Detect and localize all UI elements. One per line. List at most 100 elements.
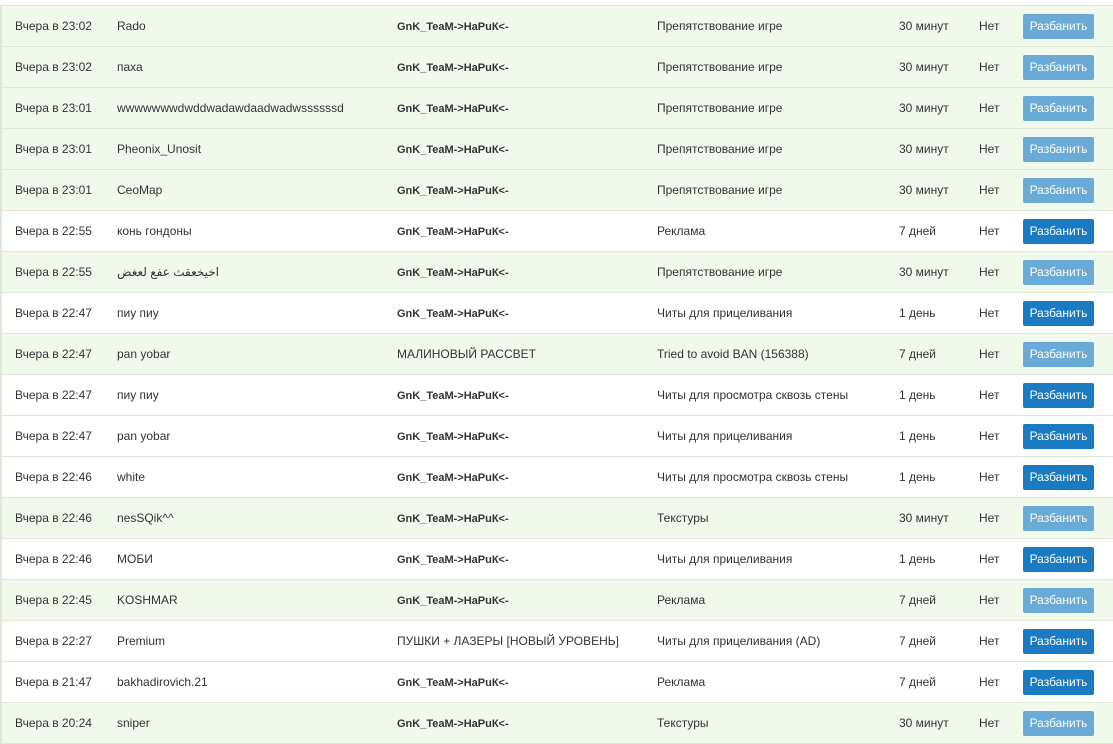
- ban-action-cell: Разбанить: [1018, 128, 1113, 170]
- ban-term-text: 30 минут: [899, 183, 949, 197]
- ban-player-name-text: пиу пиу: [117, 306, 159, 320]
- ban-date: Вчера в 22:47: [0, 415, 109, 457]
- ban-term-text: 1 день: [899, 388, 936, 402]
- ban-term-text: 30 минут: [899, 142, 949, 156]
- ban-reason: Текстуры: [649, 702, 891, 744]
- ban-reason-text: Читы для просмотра сквозь стены: [657, 470, 849, 484]
- ban-player-name: пиу пиу: [109, 374, 389, 416]
- unban-button[interactable]: Разбанить: [1023, 546, 1094, 572]
- ban-player-name: Rado: [109, 5, 389, 47]
- ban-unbanned-status-text: Нет: [979, 675, 1000, 689]
- ban-unbanned-status: Нет: [971, 333, 1018, 375]
- ban-player-name-text: nesSQik^^: [117, 511, 174, 525]
- ban-player-name-text: pan yobar: [117, 429, 171, 443]
- ban-unbanned-status-text: Нет: [979, 347, 1000, 361]
- ban-player-name: Premium: [109, 620, 389, 662]
- ban-action-cell: Разбанить: [1018, 579, 1113, 621]
- unban-button[interactable]: Разбанить: [1023, 218, 1094, 244]
- ban-row: Вчера в 23:02 Rado GnK_TeaM->НаРuК<- Препят…: [0, 5, 1113, 47]
- unban-button[interactable]: Разбанить: [1023, 464, 1094, 490]
- ban-player-name-text: Pheonix_Unosit: [117, 142, 202, 156]
- ban-admin-name-text: GnK_TeaM->НаРuК<-: [397, 226, 509, 238]
- unban-button[interactable]: Разбанить: [1023, 669, 1094, 695]
- ban-date-text: Вчера в 22:45: [15, 593, 92, 607]
- ban-date-text: Вчера в 22:47: [15, 306, 92, 320]
- unban-button[interactable]: Разбанить: [1023, 300, 1094, 326]
- ban-term-text: 7 дней: [899, 347, 937, 361]
- ban-admin-name: GnK_TeaM->НаРuК<-: [389, 456, 649, 498]
- ban-date-text: Вчера в 22:46: [15, 511, 92, 525]
- ban-player-name: wwwwwwwdwddwadawdaadwadwssssssd: [109, 87, 389, 129]
- ban-admin-name: МАЛИНОВЫЙ РАССВЕТ: [389, 333, 649, 375]
- ban-player-name: KOSHMAR: [109, 579, 389, 621]
- ban-row: Вчера в 22:55 конь гондоны GnK_TeaM->НаРuК…: [0, 210, 1113, 252]
- ban-date: Вчера в 20:24: [0, 702, 109, 744]
- ban-term: 1 день: [891, 292, 971, 334]
- unban-button[interactable]: Разбанить: [1023, 13, 1094, 39]
- ban-term-text: 1 день: [899, 429, 936, 443]
- unban-button[interactable]: Разбанить: [1023, 382, 1094, 408]
- ban-admin-name-text: GnK_TeaM->НаРuК<-: [397, 554, 509, 566]
- ban-unbanned-status: Нет: [971, 538, 1018, 580]
- ban-unbanned-status-text: Нет: [979, 470, 1000, 484]
- ban-row: Вчера в 22:47 pan yobar МАЛИНОВЫЙ РАССВЕТ T…: [0, 333, 1113, 375]
- ban-reason: Препятствование игре: [649, 251, 891, 293]
- ban-term-text: 1 день: [899, 552, 936, 566]
- unban-button[interactable]: Разбанить: [1023, 136, 1094, 162]
- ban-admin-name: GnK_TeaM->НаРuК<-: [389, 374, 649, 416]
- ban-unbanned-status-text: Нет: [979, 716, 1000, 730]
- ban-date-text: Вчера в 21:47: [15, 675, 92, 689]
- ban-unbanned-status-text: Нет: [979, 593, 1000, 607]
- ban-term-text: 30 минут: [899, 101, 949, 115]
- ban-term: 30 минут: [891, 87, 971, 129]
- ban-date: Вчера в 23:02: [0, 5, 109, 47]
- unban-button[interactable]: Разбанить: [1023, 505, 1094, 531]
- ban-admin-name-text: GnK_TeaM->НаРuК<-: [397, 390, 509, 402]
- ban-date-text: Вчера в 22:47: [15, 347, 92, 361]
- ban-term: 7 дней: [891, 333, 971, 375]
- ban-date: Вчера в 23:02: [0, 46, 109, 88]
- unban-button[interactable]: Разбанить: [1023, 587, 1094, 613]
- ban-action-cell: Разбанить: [1018, 661, 1113, 703]
- ban-date-text: Вчера в 22:47: [15, 388, 92, 402]
- ban-term-text: 30 минут: [899, 19, 949, 33]
- ban-reason-text: Реклама: [657, 224, 706, 238]
- ban-reason: Читы для прицеливания: [649, 415, 891, 457]
- ban-term: 1 день: [891, 374, 971, 416]
- ban-date-text: Вчера в 22:46: [15, 552, 92, 566]
- unban-button[interactable]: Разбанить: [1023, 259, 1094, 285]
- ban-reason: Препятствование игре: [649, 87, 891, 129]
- ban-action-cell: Разбанить: [1018, 497, 1113, 539]
- ban-reason: Препятствование игре: [649, 5, 891, 47]
- ban-term-text: 30 минут: [899, 511, 949, 525]
- ban-term-text: 7 дней: [899, 675, 937, 689]
- unban-button[interactable]: Разбанить: [1023, 177, 1094, 203]
- ban-admin-name: GnK_TeaM->НаРuК<-: [389, 579, 649, 621]
- unban-button[interactable]: Разбанить: [1023, 341, 1094, 367]
- ban-admin-name: GnK_TeaM->НаРuК<-: [389, 538, 649, 580]
- ban-admin-name: GnK_TeaM->НаРuК<-: [389, 169, 649, 211]
- ban-player-name-text: sniper: [117, 716, 150, 730]
- ban-reason: Читы для просмотра сквозь стены: [649, 456, 891, 498]
- ban-row: Вчера в 22:47 пиу пиу GnK_TeaM->НаРuК<- Чит…: [0, 292, 1113, 334]
- ban-reason-text: Текстуры: [657, 511, 709, 525]
- ban-unbanned-status: Нет: [971, 210, 1018, 252]
- ban-unbanned-status-text: Нет: [979, 634, 1000, 648]
- unban-button[interactable]: Разбанить: [1023, 95, 1094, 121]
- ban-term-text: 7 дней: [899, 634, 937, 648]
- unban-button[interactable]: Разбанить: [1023, 54, 1094, 80]
- ban-admin-name: GnK_TeaM->НаРuК<-: [389, 46, 649, 88]
- unban-button[interactable]: Разбанить: [1023, 710, 1094, 736]
- ban-row: Вчера в 20:24 sniper GnK_TeaM->НаРuК<- Текс…: [0, 702, 1113, 744]
- ban-player-name-text: Rado: [117, 19, 146, 33]
- unban-button[interactable]: Разбанить: [1023, 628, 1094, 654]
- ban-term: 7 дней: [891, 661, 971, 703]
- ban-admin-name: GnK_TeaM->НаРuК<-: [389, 415, 649, 457]
- ban-row: Вчера в 22:47 пиу пиу GnK_TeaM->НаРuК<- Чит…: [0, 374, 1113, 416]
- ban-admin-name-text: GnK_TeaM->НаРuК<-: [397, 431, 509, 443]
- ban-unbanned-status: Нет: [971, 456, 1018, 498]
- unban-button[interactable]: Разбанить: [1023, 423, 1094, 449]
- ban-player-name-text: CeoMap: [117, 183, 163, 197]
- ban-reason: Читы для прицеливания: [649, 292, 891, 334]
- ban-term-text: 7 дней: [899, 593, 937, 607]
